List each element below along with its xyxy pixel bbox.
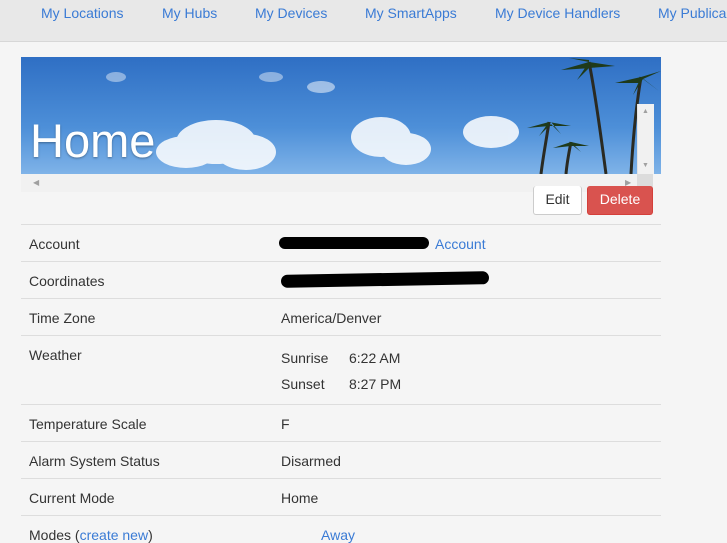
weather-label: Weather (29, 347, 82, 363)
row-alarm-status: Alarm System Status Disarmed (21, 441, 661, 479)
current-mode-label: Current Mode (29, 490, 115, 506)
banner-vertical-scrollbar[interactable]: ▲ ▼ (637, 104, 654, 174)
sunrise-time: 6:22 AM (349, 350, 401, 366)
sunset-time: 8:27 PM (349, 376, 402, 392)
location-banner: Home (21, 57, 661, 174)
account-link[interactable]: Account (435, 236, 486, 252)
coordinates-label: Coordinates (29, 273, 105, 289)
sunset-label: Sunset (281, 376, 325, 392)
redacted-account (279, 237, 429, 249)
scroll-down-icon[interactable]: ▼ (642, 162, 649, 169)
temperature-scale-value: F (281, 416, 290, 432)
delete-button[interactable]: Delete (587, 186, 653, 215)
row-account: Account Account (21, 224, 661, 262)
scroll-left-icon[interactable]: ◀ (33, 178, 39, 187)
temperature-scale-label: Temperature Scale (29, 416, 147, 432)
alarm-status-value: Disarmed (281, 453, 341, 469)
create-mode-link[interactable]: create new (80, 527, 148, 543)
location-title: Home (30, 114, 156, 167)
redacted-coordinates (280, 271, 490, 288)
row-coordinates: Coordinates (21, 261, 661, 299)
nav-my-devices[interactable]: My Devices (255, 5, 327, 21)
row-timezone: Time Zone America/Denver (21, 298, 661, 336)
modes-label: Modes (create new) (29, 527, 153, 543)
mode-item-away[interactable]: Away (321, 527, 355, 543)
row-temperature-scale: Temperature Scale F (21, 404, 661, 442)
edit-button[interactable]: Edit (533, 186, 582, 215)
account-label: Account (29, 236, 80, 252)
nav-my-hubs[interactable]: My Hubs (162, 5, 217, 21)
nav-my-device-handlers[interactable]: My Device Handlers (495, 5, 620, 21)
timezone-value: America/Denver (281, 310, 382, 326)
timezone-label: Time Zone (29, 310, 96, 326)
row-current-mode: Current Mode Home (21, 478, 661, 516)
current-mode-value: Home (281, 490, 319, 506)
alarm-status-label: Alarm System Status (29, 453, 160, 469)
nav-my-locations[interactable]: My Locations (41, 5, 123, 21)
scroll-up-icon[interactable]: ▲ (642, 108, 649, 115)
row-weather: Weather Sunrise 6:22 AM Sunset 8:27 PM (21, 335, 661, 405)
row-modes: Modes (create new) Away (21, 515, 661, 543)
top-nav: My Locations My Hubs My Devices My Smart… (0, 0, 727, 42)
nav-my-smartapps[interactable]: My SmartApps (365, 5, 457, 21)
nav-my-publications[interactable]: My Publica (658, 5, 726, 21)
sunrise-label: Sunrise (281, 350, 329, 366)
